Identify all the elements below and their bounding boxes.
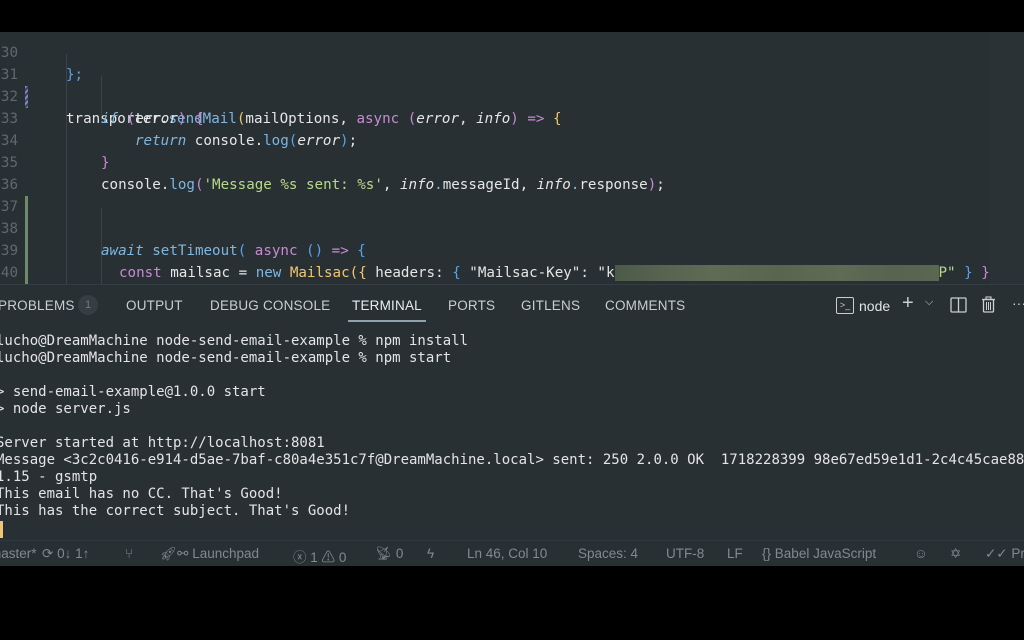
terminal-icon[interactable]: >_ (836, 297, 854, 314)
error-count: 1 (310, 550, 318, 565)
terminal-line: lucho@DreamMachine node-send-email-examp… (0, 333, 469, 349)
status-ports[interactable]: 📡︎ 0 (375, 546, 403, 562)
git-graph-icon[interactable]: ⑂ (125, 546, 133, 561)
link-icon: ⚯ (177, 546, 189, 561)
code-line: 41 if (messages[0].cc.length <= 0){ (0, 262, 1024, 284)
tab-ports[interactable]: PORTS (448, 298, 495, 313)
broadcast-icon: 📡︎ (375, 546, 393, 561)
status-launchpad[interactable]: 🚀︎⚯ Launchpad (160, 546, 259, 562)
code-line: 31 transporter.sendMail(mailOptions, asy… (0, 42, 1024, 127)
code-line: 39 const results = await mailsac.message… (0, 218, 1024, 284)
status-encoding[interactable]: UTF-8 (666, 546, 704, 561)
add-terminal-icon[interactable]: + (902, 292, 914, 315)
video-letterbox-top (0, 0, 1024, 32)
terminal-line: This has the correct subject. That's Goo… (0, 503, 351, 519)
terminal-cursor (0, 521, 3, 538)
status-language[interactable]: {} Babel JavaScript (762, 546, 876, 561)
terminal-line: 1.15 - gsmtp (0, 469, 98, 485)
more-actions-icon[interactable]: ··· (1012, 295, 1024, 311)
problems-count-badge: 1 (78, 295, 98, 315)
tab-terminal[interactable]: TERMINAL (348, 298, 426, 322)
bottom-panel: PROBLEMS 1 OUTPUT DEBUG CONSOLE TERMINAL… (0, 284, 1024, 541)
error-icon: ⓧ (293, 550, 307, 565)
language-label: Babel JavaScript (774, 546, 877, 561)
terminal-line: > node server.js (0, 401, 131, 417)
lightning-icon[interactable]: ϟ (427, 546, 434, 561)
double-check-icon: ✓✓ (985, 546, 1008, 561)
terminal-name[interactable]: node (859, 298, 890, 314)
status-branch[interactable]: master* (0, 546, 37, 561)
code-line: 38 const mailsac = new Mailsac({ headers… (0, 196, 1024, 281)
prettier-label: Prettier (1011, 546, 1024, 561)
code-line: 36 (0, 152, 1024, 218)
status-indentation[interactable]: Spaces: 4 (578, 546, 638, 561)
terminal-line: Server started at http://localhost:8081 (0, 435, 325, 451)
code-line: 32 if (error) { (0, 64, 1024, 127)
terminal-output[interactable]: lucho@DreamMachine node-send-email-examp… (0, 331, 1024, 531)
split-terminal-icon[interactable] (950, 297, 967, 316)
code-line: 40 const messages = results.data; (0, 240, 1024, 281)
code-line: 30 }; (0, 32, 1024, 83)
tab-comments[interactable]: COMMENTS (605, 298, 685, 313)
panel-tabs: PROBLEMS 1 OUTPUT DEBUG CONSOLE TERMINAL… (0, 285, 1024, 327)
tab-gitlens[interactable]: GITLENS (521, 298, 580, 313)
warning-icon: ⚠ (321, 550, 336, 565)
launchpad-label: Launchpad (192, 546, 260, 561)
ports-count: 0 (395, 546, 404, 561)
notifications-icon[interactable]: ✡ (950, 546, 961, 562)
terminal-line: This email has no CC. That's Good! (0, 486, 283, 502)
terminal-line: > send-email-example@1.0.0 start (0, 384, 266, 400)
code-line: 35 console.log('Message %s sent: %s', in… (0, 130, 1024, 193)
tab-output[interactable]: OUTPUT (126, 298, 183, 313)
code-line: 34 } (0, 108, 1024, 171)
status-problems[interactable]: ⓧ 1 ⚠ 0 (293, 546, 346, 566)
terminal-line: lucho@DreamMachine node-send-email-examp… (0, 350, 452, 366)
chevron-down-icon[interactable]: ⌵ (925, 296, 933, 309)
tab-problems[interactable]: PROBLEMS (0, 298, 75, 313)
sync-counts: 0↓ 1↑ (57, 546, 90, 561)
trash-icon[interactable] (981, 296, 996, 316)
code-editor[interactable]: 30 }; 31 transporter.sendMail(mailOption… (0, 32, 1024, 284)
code-line: 37 await setTimeout( async () => { (0, 174, 1024, 259)
rocket-icon: 🚀︎ (160, 546, 178, 561)
copilot-icon[interactable]: ☺ (914, 546, 928, 561)
sync-icon: ⟳ (42, 546, 54, 561)
code-line: 33 return console.log(error); (0, 86, 1024, 149)
status-sync[interactable]: ⟳ 0↓ 1↑ (42, 546, 89, 562)
braces-icon: {} (762, 546, 772, 561)
status-bar: master* ⟳ 0↓ 1↑ ⑂ 🚀︎⚯ Launchpad ⓧ 1 ⚠ 0 … (0, 540, 1024, 567)
status-eol[interactable]: LF (727, 546, 743, 561)
warning-count: 0 (338, 550, 347, 565)
video-letterbox-bottom (0, 566, 1024, 640)
terminal-line: Message <3c2c0416-e914-d5ae-7baf-c80a4e3… (0, 452, 1024, 468)
status-prettier[interactable]: ✓✓ Prettier (985, 546, 1024, 562)
status-cursor-position[interactable]: Ln 46, Col 10 (467, 546, 547, 561)
tab-debug-console[interactable]: DEBUG CONSOLE (210, 298, 330, 313)
